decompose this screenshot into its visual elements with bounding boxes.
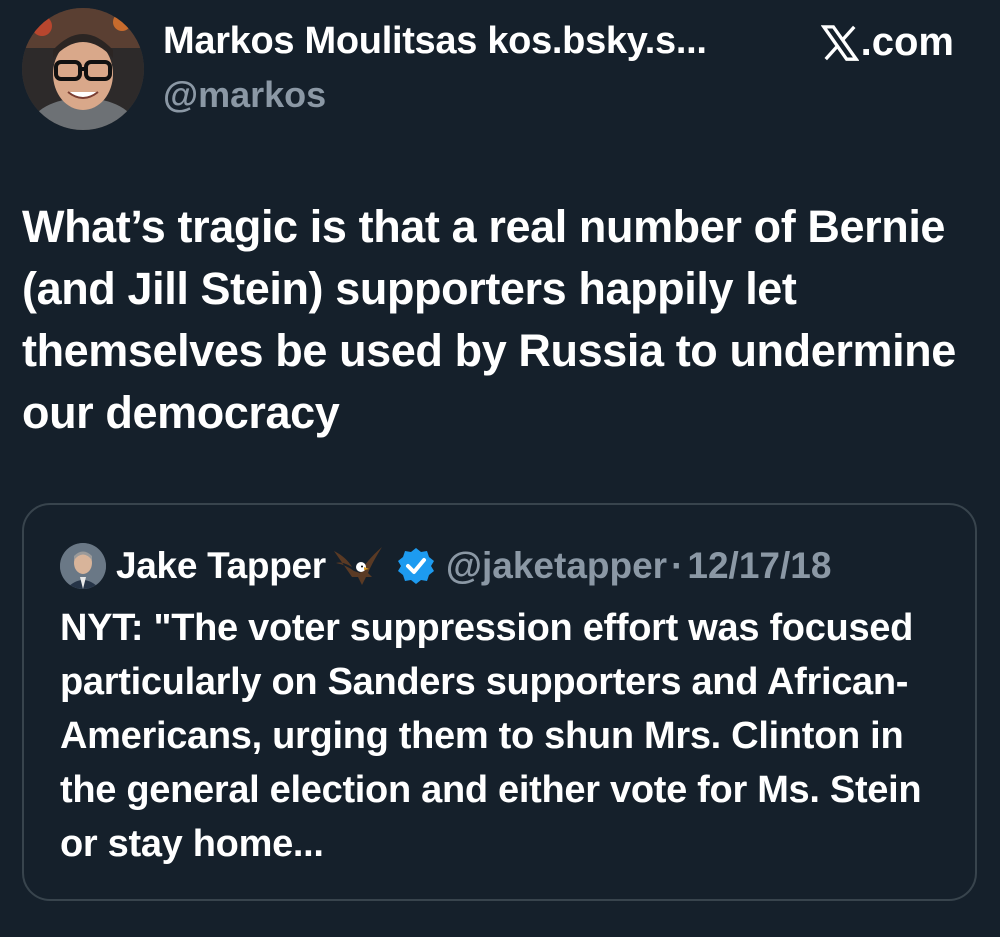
quoted-post-date[interactable]: 12/17/18 [687, 545, 831, 587]
tweet-card: Markos Moulitsas kos.bsky.s... @markos .… [0, 0, 1000, 937]
author-display-name[interactable]: Markos Moulitsas kos.bsky.s... [163, 20, 707, 63]
source-label: .com [820, 20, 954, 65]
person-with-glasses-avatar-icon [22, 8, 144, 130]
quoted-author-avatar[interactable] [60, 543, 106, 589]
header-separator: · [671, 545, 684, 586]
quoted-post-header: Jake Tapper @jaketapper · 12/17/18 [60, 541, 831, 591]
author-handle[interactable]: @markos [163, 74, 326, 116]
author-avatar[interactable] [22, 8, 144, 130]
eagle-icon [333, 547, 382, 585]
person-in-suit-avatar-icon [60, 543, 106, 589]
verified-badge-icon [397, 548, 434, 584]
source-domain: .com [860, 20, 954, 64]
quoted-post-text: NYT: "The voter suppression effort was f… [60, 607, 922, 865]
quoted-author-display-name[interactable]: Jake Tapper [116, 545, 326, 587]
quoted-post[interactable]: Jake Tapper @jaketapper · 12/17/18 NYT: … [22, 503, 977, 901]
quoted-author-handle[interactable]: @jaketapper [446, 545, 667, 587]
post-text: What’s tragic is that a real number of B… [22, 201, 956, 438]
x-logo-icon [820, 24, 859, 61]
